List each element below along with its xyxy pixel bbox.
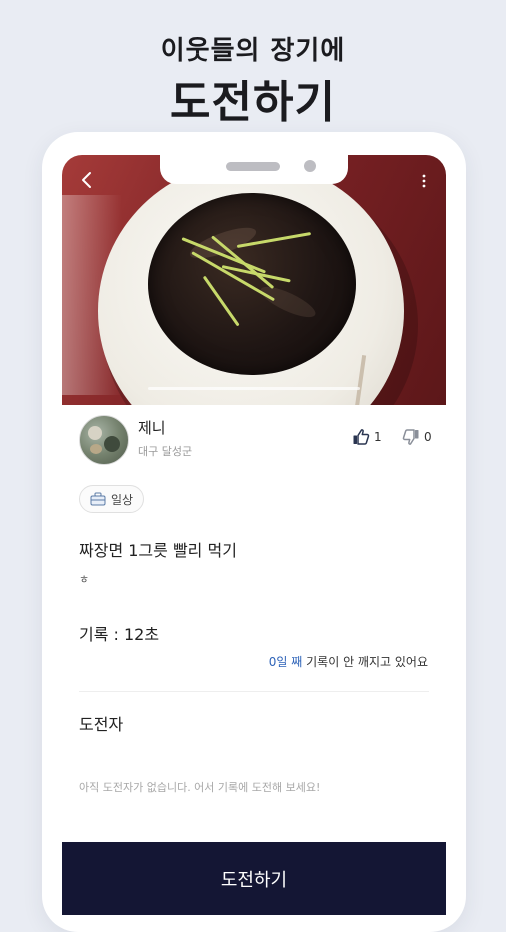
category-label: 일상	[111, 492, 134, 507]
post-content: 일상 짜장면 1그릇 빨리 먹기 ㅎ 기록 : 12초 0일 째 기록이 안 깨…	[62, 477, 446, 697]
record-status: 0일 째 기록이 안 깨지고 있어요	[269, 653, 428, 670]
post-title: 짜장면 1그릇 빨리 먹기	[79, 541, 237, 560]
challengers-empty-message: 아직 도전자가 없습니다. 어서 기록에 도전해 보세요!	[79, 781, 321, 794]
back-arrow-icon	[82, 172, 91, 188]
category-tag[interactable]: 일상	[79, 485, 145, 513]
dislike-count: 0	[424, 430, 432, 444]
like-count: 1	[374, 430, 382, 444]
dislike-button[interactable]: 0	[402, 427, 432, 447]
phone-speaker	[226, 162, 280, 171]
divider	[79, 691, 429, 692]
app-screen: 제니 대구 달성군 1 0 일상 짜장면 1그릇 빨리 먹기 ㅎ 기록: 12…	[62, 155, 446, 915]
category-icon	[90, 492, 106, 506]
thumbs-up-icon	[353, 429, 370, 445]
headline-subtitle: 이웃들의 장기에	[160, 36, 346, 66]
challengers-title: 도전자	[79, 715, 124, 734]
gallery-indicator	[148, 387, 360, 390]
thumbs-down-icon	[402, 429, 419, 445]
record-value: 기록 : 12초	[79, 625, 160, 644]
back-button[interactable]	[76, 169, 102, 195]
more-vertical-icon	[422, 174, 426, 188]
phone-camera	[304, 160, 316, 172]
record-days: 0일 째	[268, 655, 303, 669]
record-status-text: 기록이 안 깨지고 있어요	[302, 655, 428, 669]
author-location: 대구 달성군	[138, 445, 193, 458]
author-row: 제니 대구 달성군 1 0	[62, 405, 446, 478]
avatar[interactable]	[79, 415, 129, 465]
phone-notch	[160, 150, 348, 184]
more-options-button[interactable]	[414, 173, 434, 193]
headline-title: 도전하기	[170, 77, 336, 128]
like-button[interactable]: 1	[352, 427, 382, 447]
jajangmyeon	[148, 193, 356, 375]
challengers-section: 도전자 아직 도전자가 없습니다. 어서 기록에 도전해 보세요!	[62, 697, 446, 842]
post-photo[interactable]	[62, 155, 446, 405]
author-name[interactable]: 제니	[138, 417, 166, 438]
challenge-button[interactable]: 도전하기	[62, 842, 446, 915]
post-body: ㅎ	[79, 573, 90, 586]
